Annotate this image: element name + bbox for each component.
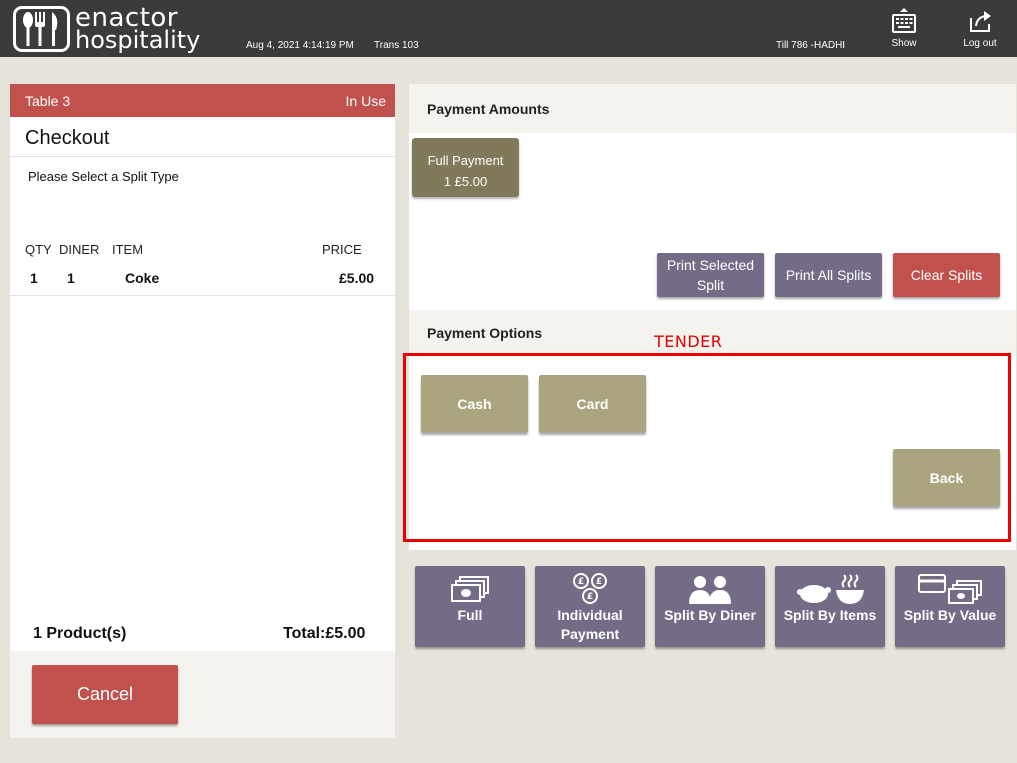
column-header-diner: DINER: [59, 242, 100, 257]
food-items-icon: [775, 566, 885, 606]
app-header: enactor hospitality Aug 4, 2021 4:14:19 …: [0, 0, 1017, 57]
logout-label: Log out: [963, 38, 997, 49]
table-status: In Use: [345, 92, 386, 109]
show-label: Show: [891, 38, 917, 49]
table-name: Table 3: [25, 92, 71, 109]
clear-splits-button[interactable]: Clear Splits: [893, 253, 1000, 297]
full-payment-amount-button[interactable]: Full Payment 1 £5.00: [412, 138, 519, 197]
cash-button[interactable]: Cash: [421, 375, 528, 432]
transaction-number: Trans 103: [374, 40, 419, 51]
back-button[interactable]: Back: [893, 449, 1000, 506]
tender-annotation: TENDER: [654, 332, 723, 351]
table-bar: Table 3 In Use: [10, 84, 395, 117]
column-header-qty: QTY: [25, 242, 52, 257]
diners-icon: [655, 566, 765, 606]
item-diner: 1: [67, 270, 75, 286]
order-panel: Table 3 In Use Checkout Please Select a …: [10, 84, 395, 738]
card-button[interactable]: Card: [539, 375, 646, 432]
logout-button[interactable]: Log out: [950, 6, 1010, 54]
logout-icon: [970, 11, 991, 32]
print-selected-split-button[interactable]: Print Selected Split: [657, 253, 764, 297]
split-full-button[interactable]: Full: [415, 566, 525, 647]
enactor-logo: enactor hospitality: [13, 5, 201, 54]
cancel-area: Cancel: [10, 651, 395, 738]
column-header-price: PRICE: [322, 242, 362, 257]
split-by-diner-label: Split By Diner: [664, 607, 756, 623]
column-header-item: ITEM: [112, 242, 144, 257]
split-by-value-label: Split By Value: [903, 607, 997, 623]
coins-icon: £ £ £: [535, 566, 645, 606]
full-payment-label: Full Payment: [427, 153, 504, 168]
banknotes-icon: [415, 566, 525, 606]
svg-text:£: £: [596, 577, 602, 587]
split-by-items-label: Split By Items: [783, 607, 877, 623]
keyboard-icon: [892, 8, 916, 33]
item-qty: 1: [30, 270, 38, 286]
row-divider: [10, 295, 395, 296]
logo-line2: hospitality: [75, 26, 201, 54]
individual-payment-button[interactable]: £ £ £ Individual Payment: [535, 566, 645, 647]
payment-amounts-header: Payment Amounts: [409, 84, 1016, 133]
individual-payment-line1: Individual: [557, 607, 623, 623]
split-prompt: Please Select a Split Type: [28, 169, 179, 184]
svg-text:£: £: [587, 592, 593, 602]
svg-text:£: £: [578, 577, 584, 587]
order-total: Total:£5.00: [283, 625, 366, 642]
product-count: 1 Product(s): [33, 625, 127, 642]
item-price: £5.00: [339, 270, 375, 286]
split-full-label: Full: [457, 607, 483, 623]
show-button[interactable]: Show: [874, 6, 934, 54]
split-by-value-button[interactable]: Split By Value: [895, 566, 1005, 647]
full-payment-value: 1 £5.00: [443, 174, 488, 189]
till-id: Till 786 -HADHI: [776, 40, 846, 51]
cancel-button[interactable]: Cancel: [32, 665, 178, 724]
date-time: Aug 4, 2021 4:14:19 PM: [246, 40, 354, 51]
cutlery-icon: [13, 6, 70, 52]
split-by-items-button[interactable]: Split By Items: [775, 566, 885, 647]
split-by-diner-button[interactable]: Split By Diner: [655, 566, 765, 647]
item-name: Coke: [125, 270, 160, 286]
card-and-cash-icon: [895, 566, 1005, 606]
page-title: Checkout: [10, 117, 395, 157]
individual-payment-line2: Payment: [560, 626, 620, 642]
print-all-splits-button[interactable]: Print All Splits: [775, 253, 882, 297]
